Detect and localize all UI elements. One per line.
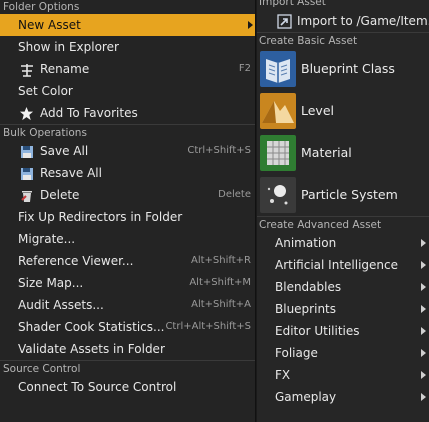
connect-to-source-control-menu-item[interactable]: Connect To Source Control [0,376,255,398]
blueprints-label: Blueprints [275,302,337,316]
bulk-operations-header: Bulk Operations [0,124,255,140]
resave-all-label: Resave All [40,166,102,180]
submenu-arrow-icon [421,283,426,291]
migrate-menu-item[interactable]: Migrate... [0,228,255,250]
save-icon [19,166,34,181]
new-asset-menu-item[interactable]: New Asset [0,14,255,36]
save-all-label: Save All [40,144,89,158]
new-asset-label: New Asset [18,18,81,32]
submenu-arrow-icon [421,261,426,269]
size-map-menu-item[interactable]: Size Map... Alt+Shift+M [0,272,255,294]
import-menu-item[interactable]: Import to /Game/Item... [257,10,429,32]
new-asset-submenu: Import Asset Import to /Game/Item... Cre… [257,0,429,422]
import-icon [277,14,292,29]
delete-menu-item[interactable]: Delete Delete [0,184,255,206]
shader-cook-statistics-label: Shader Cook Statistics... [18,320,165,334]
add-to-favorites-menu-item[interactable]: Add To Favorites [0,102,255,124]
import-label: Import to /Game/Item... [297,14,429,28]
audit-assets-label: Audit Assets... [18,298,104,312]
rename-label: Rename [40,62,90,76]
artificial-intelligence-submenu-item[interactable]: Artificial Intelligence [257,254,429,276]
level-menu-item[interactable]: Level [257,90,429,132]
material-icon [260,135,296,171]
blendables-label: Blendables [275,280,342,294]
size-map-label: Size Map... [18,276,84,290]
connect-to-source-control-label: Connect To Source Control [18,380,177,394]
reference-viewer-label: Reference Viewer... [18,254,134,268]
reference-viewer-shortcut: Alt+Shift+R [191,255,251,266]
rename-shortcut: F2 [238,63,251,74]
material-menu-item[interactable]: Material [257,132,429,174]
editor-utilities-label: Editor Utilities [275,324,360,338]
blendables-submenu-item[interactable]: Blendables [257,276,429,298]
rename-icon [19,62,34,77]
gameplay-submenu-item[interactable]: Gameplay [257,386,429,408]
fix-up-redirectors-label: Fix Up Redirectors in Folder [18,210,183,224]
material-label: Material [301,145,352,160]
audit-assets-menu-item[interactable]: Audit Assets... Alt+Shift+A [0,294,255,316]
create-advanced-asset-header: Create Advanced Asset [257,216,429,232]
level-label: Level [301,103,334,118]
particle-system-icon [260,177,296,213]
blueprints-submenu-item[interactable]: Blueprints [257,298,429,320]
foliage-label: Foliage [275,346,318,360]
save-icon [19,144,34,159]
folder-options-header: Folder Options [3,1,80,13]
show-in-explorer-menu-item[interactable]: Show in Explorer [0,36,255,58]
import-asset-header: Import Asset [259,0,326,8]
show-in-explorer-label: Show in Explorer [18,40,119,54]
fx-submenu-item[interactable]: FX [257,364,429,386]
save-all-menu-item[interactable]: Save All Ctrl+Shift+S [0,140,255,162]
delete-icon [19,188,34,203]
reference-viewer-menu-item[interactable]: Reference Viewer... Alt+Shift+R [0,250,255,272]
star-icon [19,106,34,121]
level-icon [260,93,296,129]
animation-label: Animation [275,236,337,250]
fix-up-redirectors-menu-item[interactable]: Fix Up Redirectors in Folder [0,206,255,228]
submenu-arrow-icon [421,371,426,379]
blueprint-class-label: Blueprint Class [301,61,395,76]
audit-assets-shortcut: Alt+Shift+A [191,299,251,310]
artificial-intelligence-label: Artificial Intelligence [275,258,398,272]
size-map-shortcut: Alt+Shift+M [189,277,251,288]
fx-label: FX [275,368,291,382]
submenu-arrow-icon [421,305,426,313]
set-color-menu-item[interactable]: Set Color [0,80,255,102]
blueprint-class-menu-item[interactable]: Blueprint Class [257,48,429,90]
validate-assets-menu-item[interactable]: Validate Assets in Folder [0,338,255,360]
particle-system-menu-item[interactable]: Particle System [257,174,429,216]
save-all-shortcut: Ctrl+Shift+S [187,145,251,156]
editor-utilities-submenu-item[interactable]: Editor Utilities [257,320,429,342]
shader-cook-statistics-shortcut: Ctrl+Alt+Shift+S [165,321,251,332]
source-control-header: Source Control [0,360,255,376]
folder-context-menu: Folder Options New Asset Show in Explore… [0,0,256,422]
resave-all-menu-item[interactable]: Resave All [0,162,255,184]
delete-label: Delete [40,188,80,202]
gameplay-label: Gameplay [275,390,337,404]
shader-cook-statistics-menu-item[interactable]: Shader Cook Statistics... Ctrl+Alt+Shift… [0,316,255,338]
particle-system-label: Particle System [301,187,398,202]
animation-submenu-item[interactable]: Animation [257,232,429,254]
submenu-arrow-icon [248,21,253,29]
submenu-arrow-icon [421,349,426,357]
submenu-arrow-icon [421,327,426,335]
submenu-arrow-icon [421,239,426,247]
create-basic-asset-header: Create Basic Asset [257,32,429,48]
set-color-label: Set Color [18,84,73,98]
submenu-arrow-icon [421,393,426,401]
delete-shortcut: Delete [218,189,251,200]
validate-assets-label: Validate Assets in Folder [18,342,165,356]
foliage-submenu-item[interactable]: Foliage [257,342,429,364]
add-to-favorites-label: Add To Favorites [40,106,138,120]
rename-menu-item[interactable]: Rename F2 [0,58,255,80]
blueprint-class-icon [260,51,296,87]
migrate-label: Migrate... [18,232,76,246]
